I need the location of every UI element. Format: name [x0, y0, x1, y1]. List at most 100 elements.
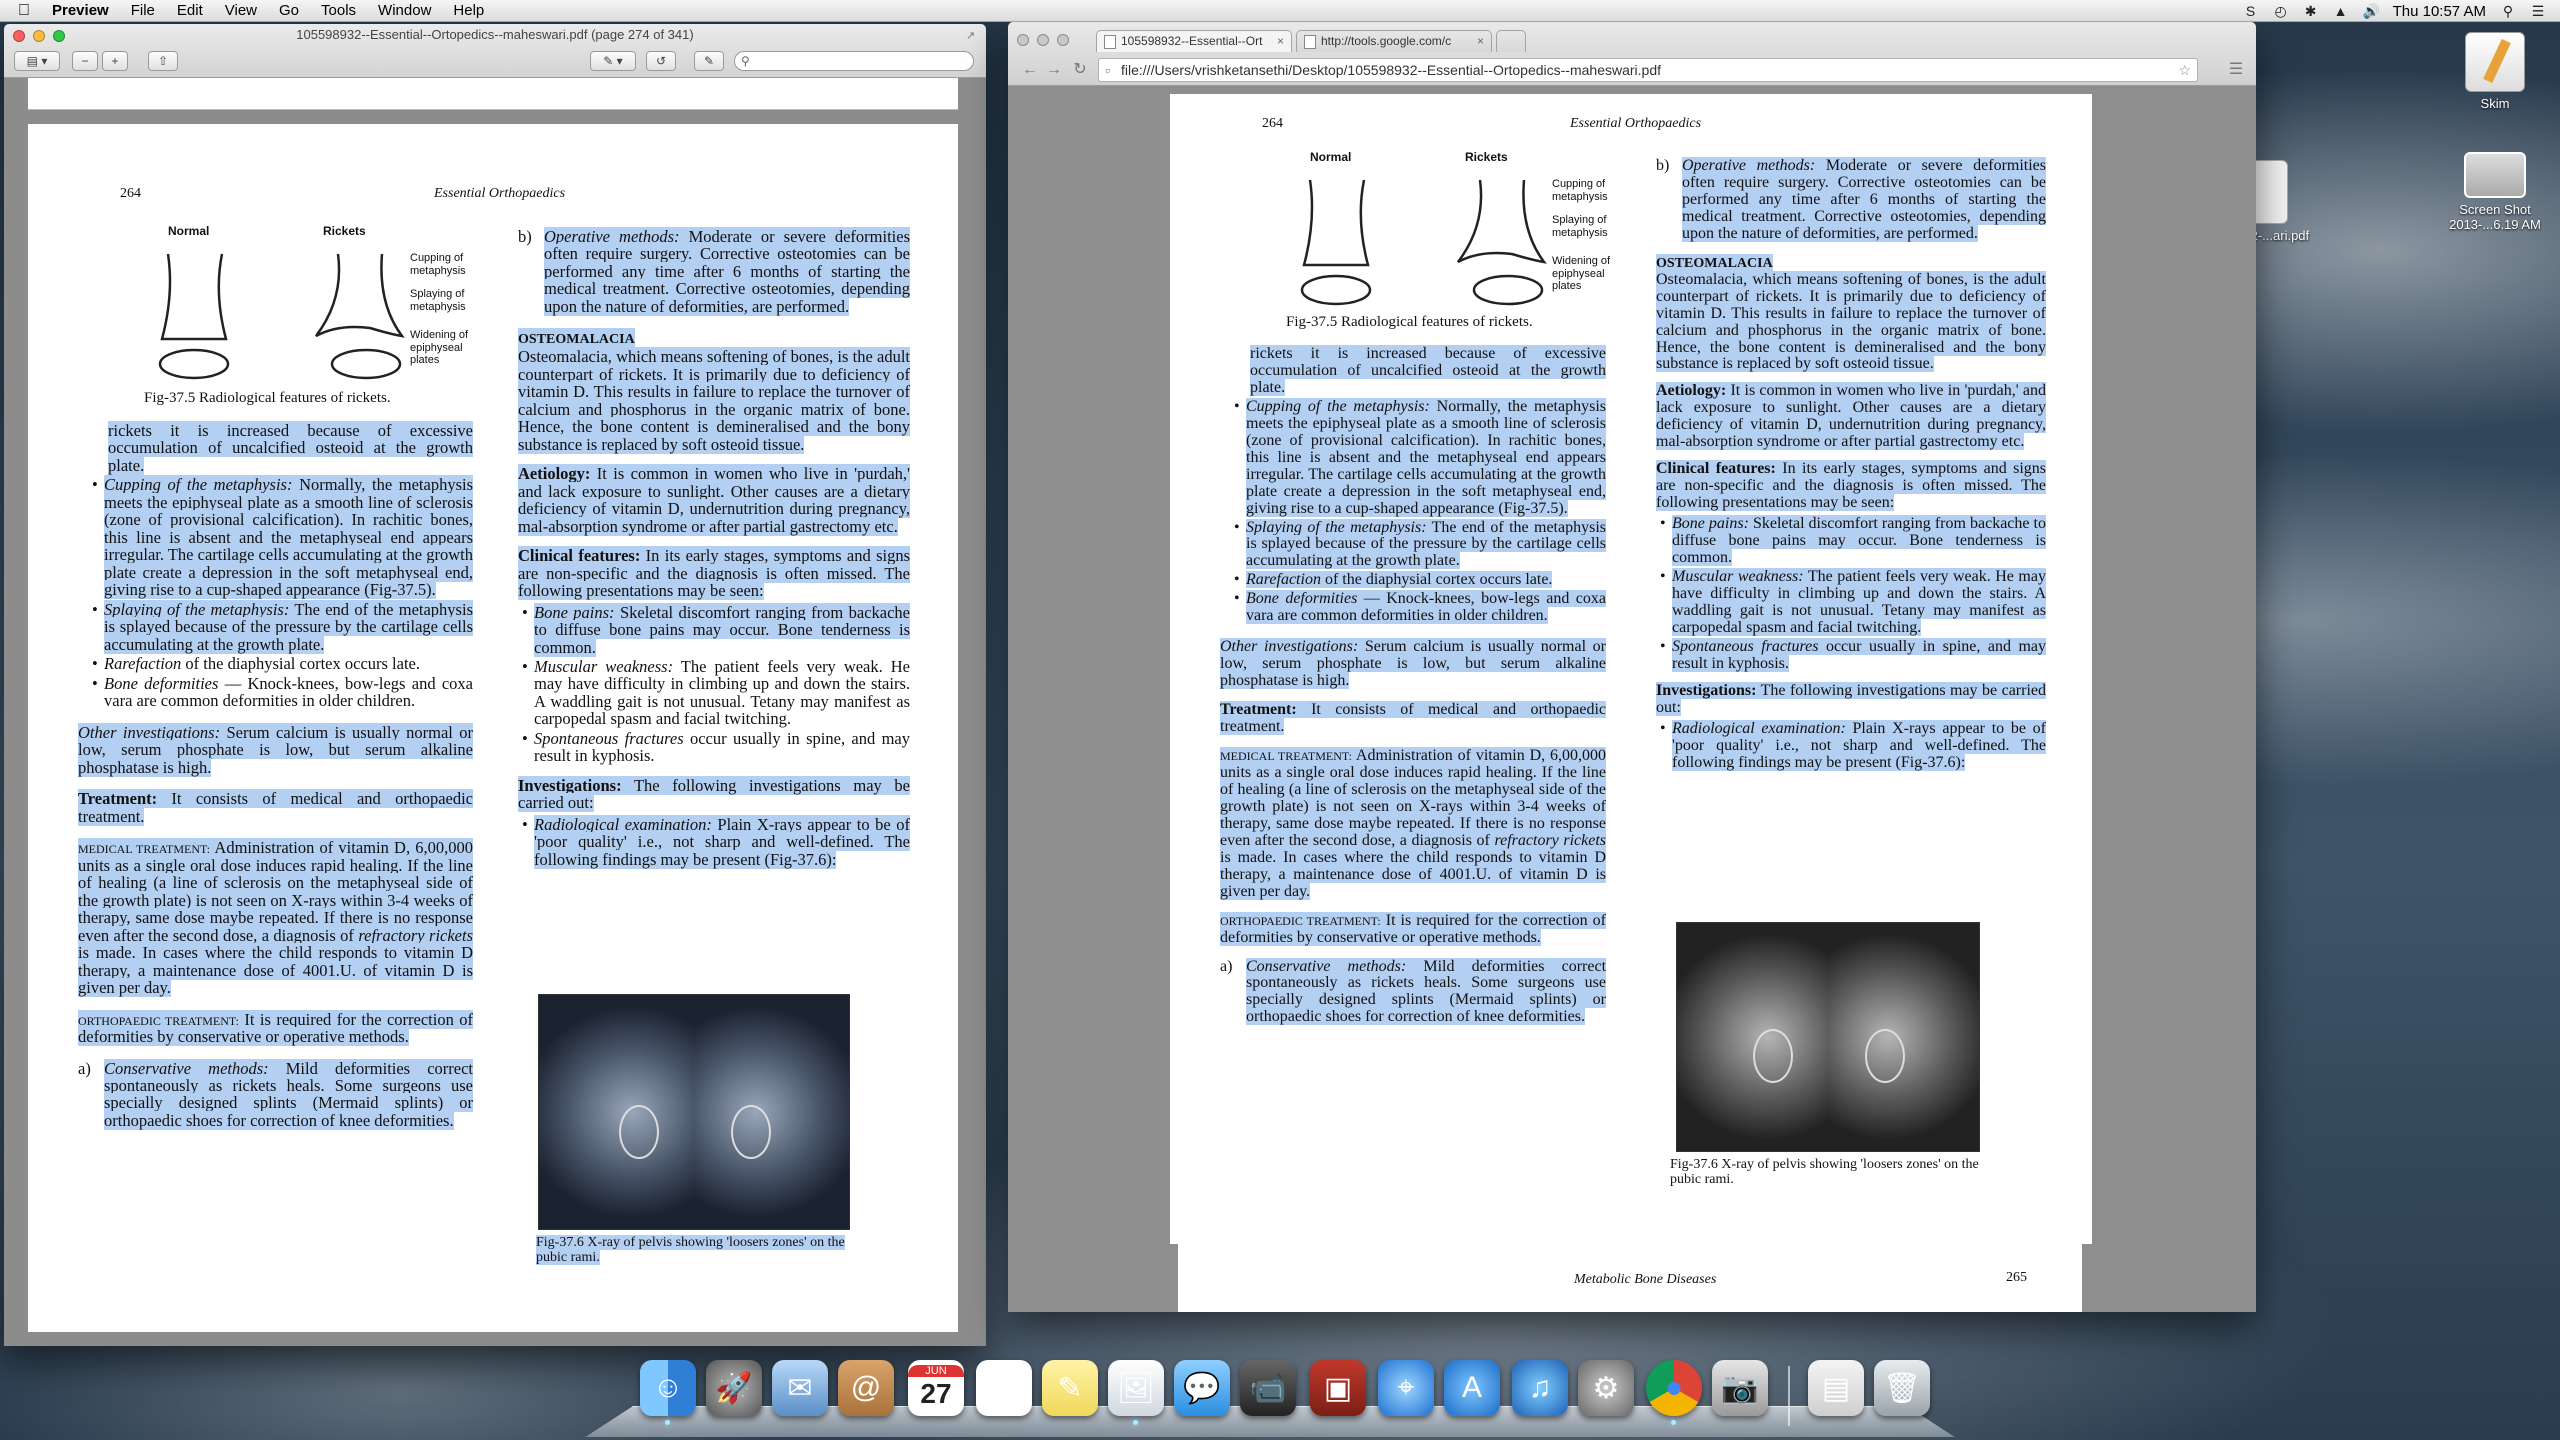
menu-help[interactable]: Help [453, 0, 484, 22]
paragraph-intro: rickets it is increased because of exces… [108, 421, 473, 475]
menu-file[interactable]: File [131, 0, 155, 22]
system-preferences-icon[interactable]: ⚙ [1578, 1360, 1634, 1416]
chrome-window: 105598932--Essential--Ort × http://tools… [1008, 22, 2256, 1312]
close-tab-icon[interactable]: × [1277, 34, 1284, 48]
pdf-page-265-top[interactable]: Metabolic Bone Diseases 265 [1178, 1242, 2082, 1312]
bullet-heading: Spontaneous fractures [534, 728, 684, 748]
pdf-page-264[interactable]: 264 Essential Orthopaedics Normal Ricket… [28, 124, 958, 1332]
pdf-page-264-chrome[interactable]: 264 Essential Orthopaedics Normal Ricket… [1170, 94, 2092, 1244]
time-machine-icon[interactable]: ◴ [2273, 3, 2289, 19]
chrome-menu-icon[interactable]: ☰ [2226, 60, 2246, 80]
spotlight-icon[interactable]: ⚲ [2500, 3, 2516, 19]
list-label: a) [1220, 957, 1233, 975]
google-chrome-icon[interactable]: ● [1646, 1360, 1702, 1416]
notification-center-icon[interactable]: ☰ [2530, 3, 2546, 19]
desktop-icon-screenshot[interactable]: Screen Shot 2013-...6.19 AM [2440, 152, 2550, 232]
calendar-day: 27 [920, 1378, 952, 1409]
bullet-heading: Spontaneous fractures [1672, 637, 1819, 655]
facetime-icon[interactable]: 📹 [1240, 1360, 1296, 1416]
fullscreen-icon[interactable]: ↗ [966, 30, 978, 42]
desktop-icon-skim[interactable]: Skim [2440, 32, 2550, 111]
trash-icon[interactable]: 🗑 [1874, 1360, 1930, 1416]
zoom-in-button[interactable]: + [102, 51, 128, 71]
menu-tools[interactable]: Tools [321, 0, 356, 22]
contacts-icon[interactable]: @ [838, 1360, 894, 1416]
forward-arrow-icon[interactable]: → [1044, 60, 1064, 80]
xray-obturator-right [1865, 1029, 1905, 1083]
bullet-heading: Bone deformities [1246, 590, 1358, 608]
bluetooth-icon[interactable]: ✱ [2303, 3, 2319, 19]
fig-annotation-cupping: Cupping of metaphysis [410, 252, 466, 277]
figure-caption-37-6: Fig-37.6 X-ray of pelvis showing 'looser… [536, 1235, 866, 1265]
wifi-icon[interactable]: ▲ [2333, 3, 2349, 19]
document-icon [1104, 35, 1116, 49]
close-tab-icon[interactable]: × [1477, 34, 1484, 48]
bullet-heading: Cupping of the metaphysis: [104, 475, 293, 495]
menu-go[interactable]: Go [279, 0, 299, 22]
page-icon: ▫ [1105, 62, 1110, 78]
minimize-button[interactable] [1037, 34, 1049, 46]
messages-icon[interactable]: 💬 [1174, 1360, 1230, 1416]
right-column: b) Operative methods: Moderate or severe … [518, 227, 911, 869]
sidebar-toggle-button[interactable]: ▤ ▾ [14, 51, 60, 71]
bullet-heading: Radiological examination: [1672, 719, 1846, 737]
bullet-heading: Muscular weakness: [534, 657, 674, 676]
photo-booth-icon[interactable]: ▣ [1310, 1360, 1366, 1416]
apple-menu-icon[interactable]:  [18, 2, 38, 20]
section-heading: ORTHOPAEDIC TREATMENT: [1220, 913, 1381, 928]
menu-window[interactable]: Window [378, 0, 431, 22]
running-indicator [665, 1420, 670, 1425]
search-input[interactable]: ⚲ [734, 51, 974, 71]
caption-text: Fig-37.6 X-ray of pelvis showing 'looser… [536, 1235, 845, 1265]
finder-icon[interactable]: ☺ [640, 1360, 696, 1416]
menubar-clock[interactable]: Thu 10:57 AM [2393, 3, 2486, 20]
reload-icon[interactable]: ↻ [1070, 60, 1090, 80]
bookmark-star-icon[interactable]: ☆ [2178, 59, 2191, 81]
tab-pdf[interactable]: 105598932--Essential--Ort × [1096, 30, 1292, 52]
menu-edit[interactable]: Edit [177, 0, 203, 22]
edit-toolbar-button[interactable]: ✎ [694, 51, 724, 71]
annotate-button[interactable]: ✎ ▾ [590, 51, 636, 71]
desktop-icon-label: Skim [2480, 96, 2510, 111]
volume-icon[interactable]: 🔊 [2363, 3, 2380, 19]
preview-titlebar: 105598932--Essential--Ortopedics--mahesw… [4, 24, 986, 78]
tab-google-tools[interactable]: http://tools.google.com/c × [1296, 30, 1492, 52]
back-arrow-icon[interactable]: ← [1020, 60, 1040, 80]
fig-annotation-splaying: Splaying of metaphysis [410, 288, 466, 313]
next-page-title: Metabolic Bone Diseases [1574, 1272, 1717, 1287]
pelvis-xray-image [1676, 922, 1980, 1152]
right-column: b) Operative methods: Moderate or severe … [1656, 157, 2047, 771]
mail-icon[interactable]: ✉ [772, 1360, 828, 1416]
close-button[interactable] [1017, 34, 1029, 46]
iphoto-icon[interactable]: 📷 [1712, 1360, 1768, 1416]
menu-view[interactable]: View [225, 0, 257, 22]
new-tab-button[interactable] [1496, 30, 1526, 52]
notes-icon[interactable]: ✎ [1042, 1360, 1098, 1416]
caption-text: Fig-37.6 X-ray of pelvis showing 'looser… [1670, 1157, 1979, 1187]
section-text: is made. In cases where the child respon… [1220, 848, 1606, 900]
tab-label: http://tools.google.com/c [1321, 34, 1452, 48]
section-heading: MEDICAL TREATMENT: [1220, 749, 1352, 764]
zoom-out-button[interactable]: − [72, 51, 98, 71]
address-text: file:///Users/vrishketansethi/Desktop/10… [1121, 62, 1662, 78]
launchpad-icon[interactable]: 🚀 [706, 1360, 762, 1416]
address-bar[interactable]: ▫ file:///Users/vrishketansethi/Desktop/… [1098, 58, 2198, 82]
calendar-icon[interactable]: JUN 27 [908, 1360, 964, 1416]
bullet-heading: Radiological examination: [534, 814, 712, 834]
rotate-button[interactable]: ↺ [646, 51, 676, 71]
section-text: is made. In cases where the child respon… [78, 943, 473, 998]
app-store-icon[interactable]: A [1444, 1360, 1500, 1416]
menu-app-preview[interactable]: Preview [52, 0, 109, 22]
documents-icon[interactable]: ▤ [1808, 1360, 1864, 1416]
safari-icon[interactable]: ⌖ [1378, 1360, 1434, 1416]
share-button[interactable]: ⇧ [148, 51, 178, 71]
preview-icon[interactable]: 🖼 [1108, 1360, 1164, 1416]
zoom-button[interactable] [1057, 34, 1069, 46]
itunes-icon[interactable]: ♫ [1512, 1360, 1568, 1416]
window-title: 105598932--Essential--Ortopedics--mahesw… [296, 27, 694, 42]
section-heading: Aetiology: [1656, 382, 1727, 400]
reminders-icon[interactable]: ☑ [976, 1360, 1032, 1416]
calendar-month: JUN [908, 1365, 964, 1377]
skype-icon[interactable]: S [2243, 3, 2259, 19]
section-heading: Investigations: [1656, 681, 1757, 699]
